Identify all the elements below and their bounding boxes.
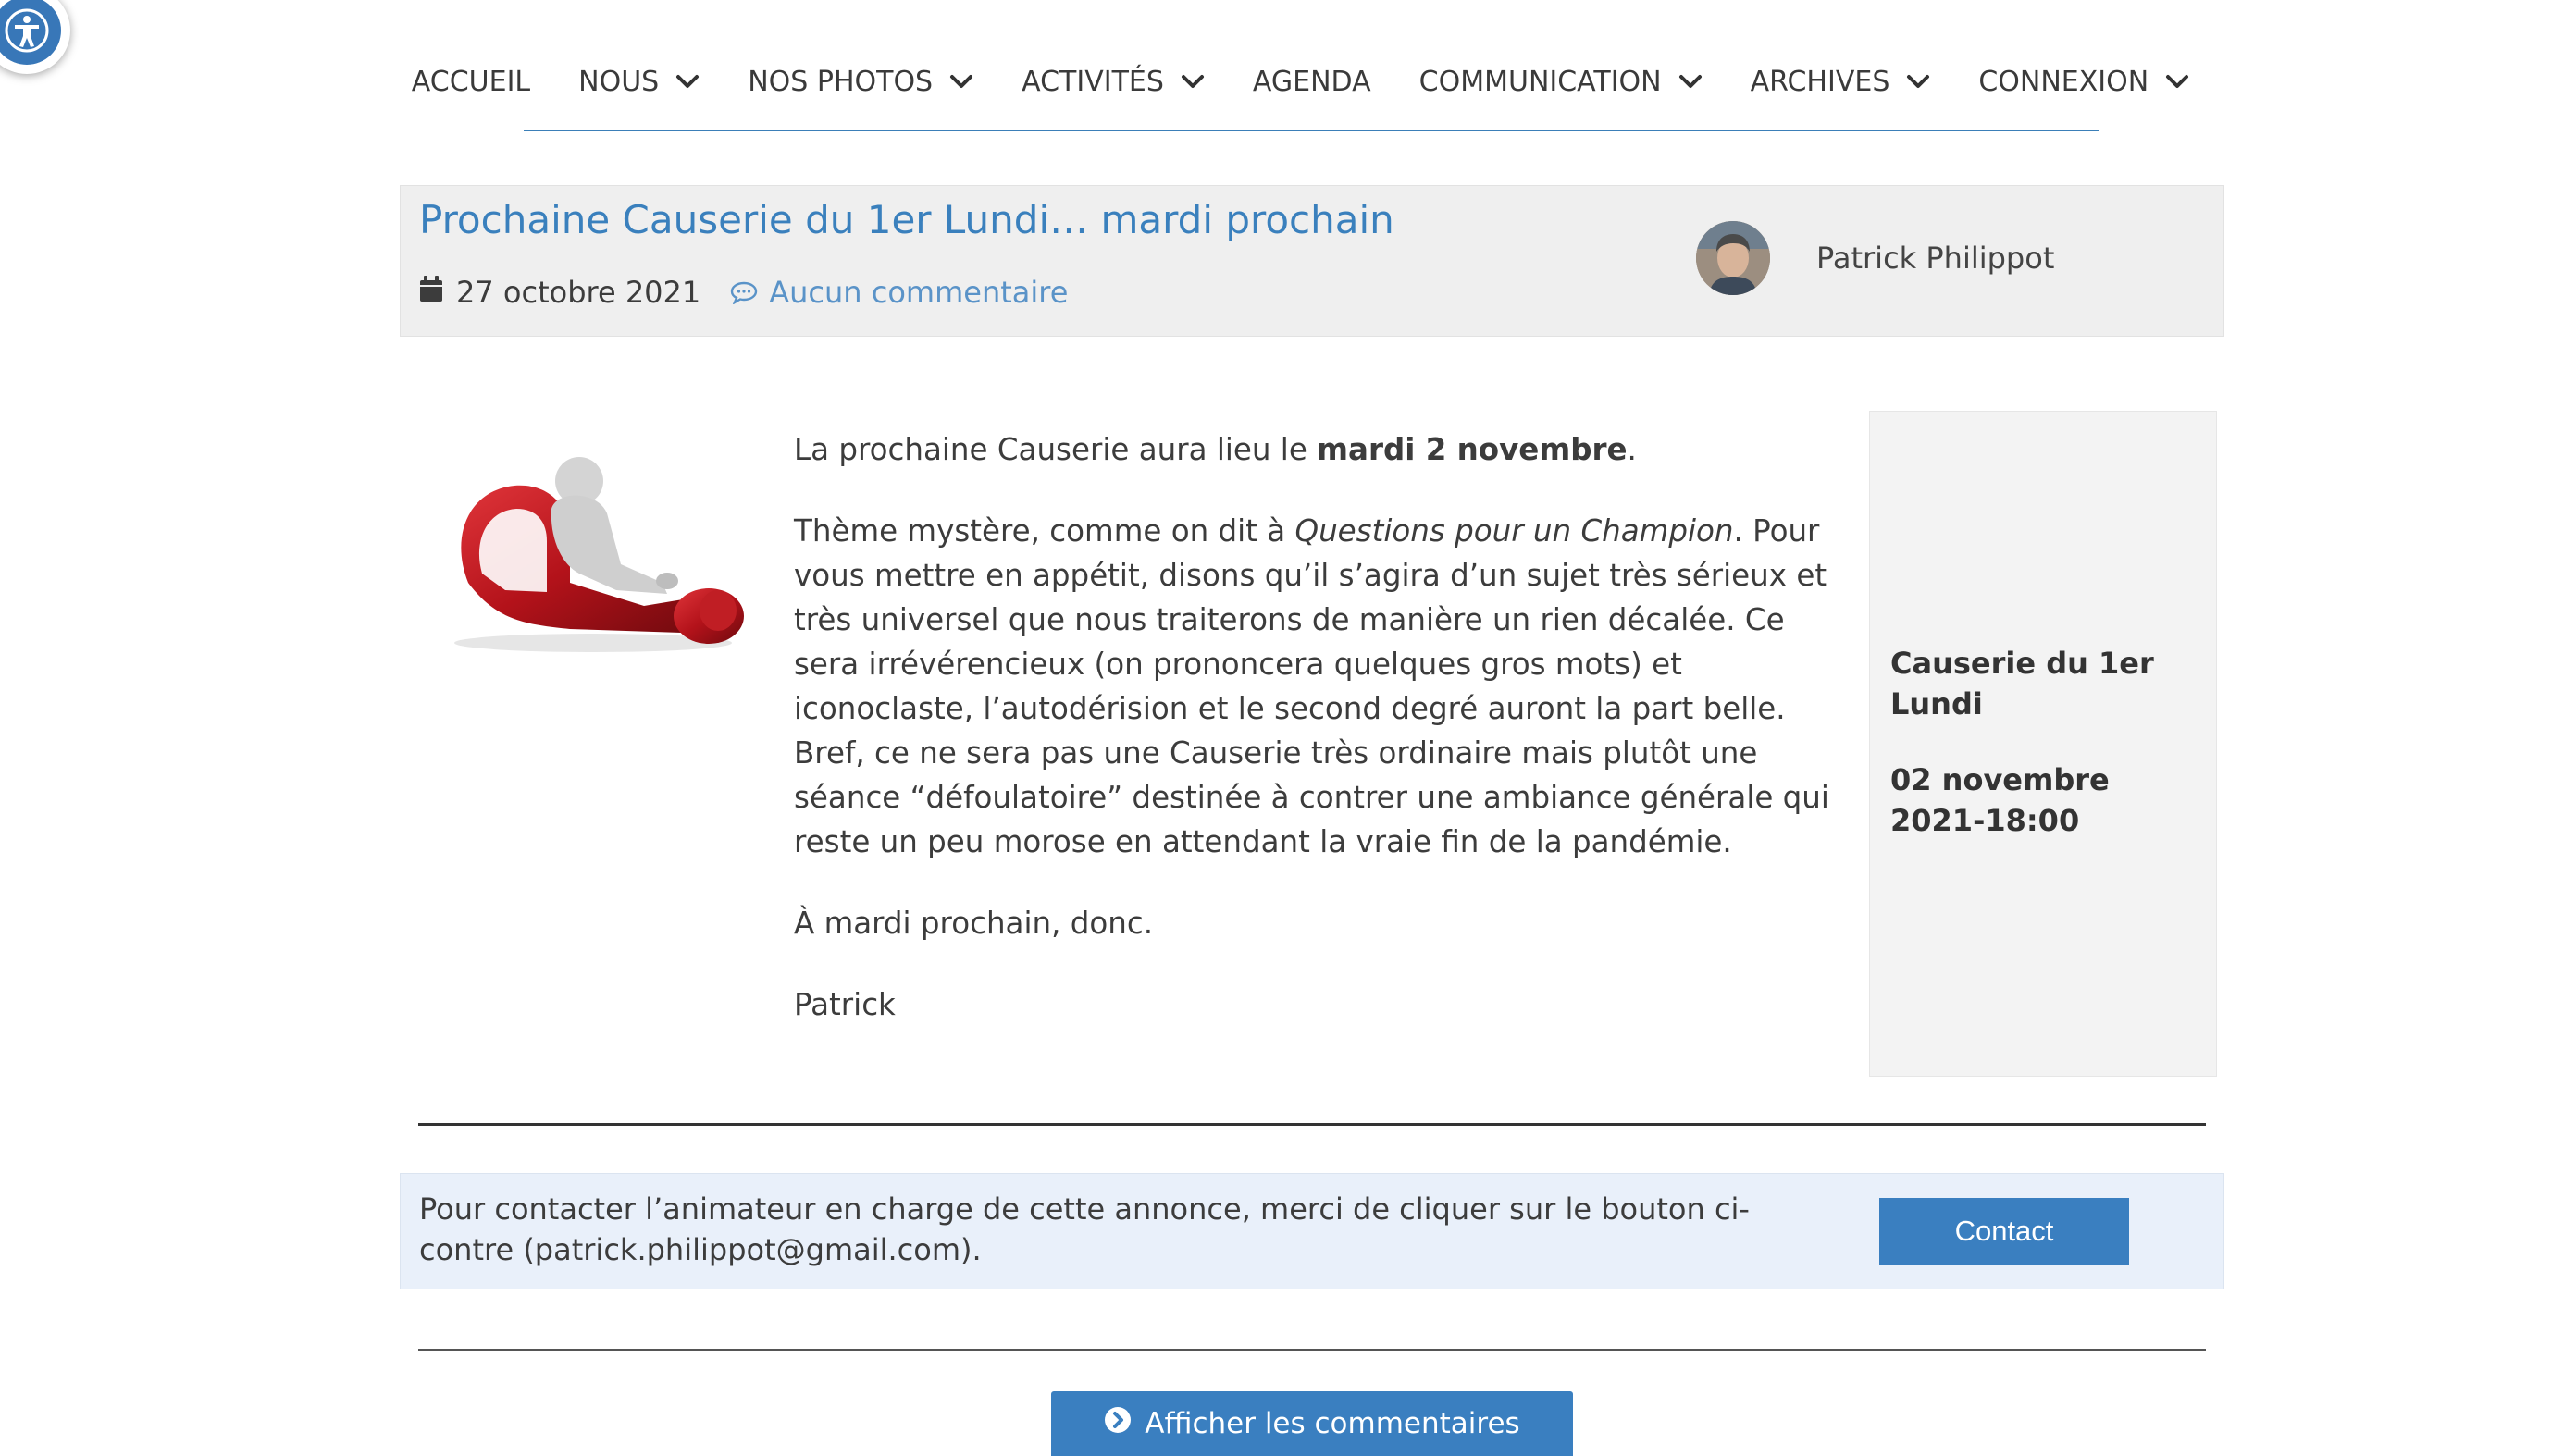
- post-author: Patrick Philippot: [1696, 221, 2054, 295]
- article-paragraph: À mardi prochain, donc.: [794, 906, 1154, 941]
- event-date: 02 novembre 2021-18:00: [1890, 762, 2110, 838]
- chevron-down-icon: [2165, 73, 2189, 90]
- nav-item-label: AGENDA: [1252, 65, 1371, 98]
- main-nav: ACCUEIL NOUS NOS PHOTOS ACTIVITÉS AGENDA…: [0, 56, 2576, 107]
- chevron-down-icon: [1181, 73, 1205, 90]
- nav-item-agenda[interactable]: AGENDA: [1229, 56, 1395, 107]
- calendar-icon: [419, 275, 443, 310]
- contact-text: Pour contacter l’animateur en charge de …: [419, 1191, 1750, 1267]
- author-name: Patrick Philippot: [1816, 241, 2055, 276]
- comment-icon: [730, 280, 758, 304]
- nav-item-nos-photos[interactable]: NOS PHOTOS: [724, 56, 997, 107]
- contact-box: Pour contacter l’animateur en charge de …: [400, 1173, 2224, 1289]
- post-title[interactable]: Prochaine Causerie du 1er Lundi… mardi p…: [419, 197, 1394, 242]
- nav-item-label: ARCHIVES: [1750, 65, 1890, 98]
- post-date: 27 octobre 2021: [456, 275, 701, 310]
- show-comments-button[interactable]: Afficher les commentaires: [1051, 1391, 1573, 1456]
- nav-divider: [524, 130, 2099, 131]
- nav-item-accueil[interactable]: ACCUEIL: [388, 56, 554, 107]
- section-divider: [418, 1123, 2206, 1126]
- event-title[interactable]: Causerie du 1er Lundi: [1890, 643, 2205, 724]
- post-header: Prochaine Causerie du 1er Lundi… mardi p…: [400, 185, 2224, 337]
- nav-item-label: ACCUEIL: [411, 65, 531, 98]
- section-divider: [418, 1349, 2206, 1351]
- nav-item-nous[interactable]: NOUS: [554, 56, 724, 107]
- article-signature: Patrick: [794, 987, 896, 1022]
- chevron-down-icon: [1906, 73, 1930, 90]
- nav-item-label: NOS PHOTOS: [748, 65, 934, 98]
- chevron-down-icon: [1678, 73, 1703, 90]
- article-paragraph: La prochaine Causerie aura lieu le mardi…: [794, 432, 1637, 467]
- contact-button[interactable]: Contact: [1879, 1198, 2129, 1265]
- nav-item-activites[interactable]: ACTIVITÉS: [997, 56, 1229, 107]
- chevron-down-icon: [949, 73, 973, 90]
- event-date-highlight: mardi 2 novembre: [1317, 432, 1628, 467]
- nav-item-label: NOUS: [578, 65, 660, 98]
- nav-item-label: COMMUNICATION: [1418, 65, 1662, 98]
- avatar: [1696, 221, 1770, 295]
- nav-item-label: ACTIVITÉS: [1022, 65, 1164, 98]
- comments-link[interactable]: Aucun commentaire: [769, 275, 1068, 310]
- event-sidebar: Causerie du 1er Lundi 02 novembre 2021-1…: [1869, 411, 2217, 1077]
- chevron-circle-right-icon: [1104, 1406, 1132, 1441]
- article-paragraph: Thème mystère, comme on dit à Questions …: [794, 513, 1829, 859]
- nav-item-communication[interactable]: COMMUNICATION: [1395, 56, 1727, 107]
- show-comments-label: Afficher les commentaires: [1145, 1407, 1520, 1440]
- show-name: Questions pour un Champion: [1294, 513, 1734, 549]
- chevron-down-icon: [675, 73, 700, 90]
- article-thumbnail: [431, 435, 755, 657]
- nav-item-connexion[interactable]: CONNEXION: [1954, 56, 2213, 107]
- nav-item-label: CONNEXION: [1978, 65, 2149, 98]
- nav-item-archives[interactable]: ARCHIVES: [1727, 56, 1955, 107]
- article-body: La prochaine Causerie aura lieu le mardi…: [794, 427, 1849, 1064]
- post-meta: 27 octobre 2021 Aucun commentaire: [419, 275, 1068, 310]
